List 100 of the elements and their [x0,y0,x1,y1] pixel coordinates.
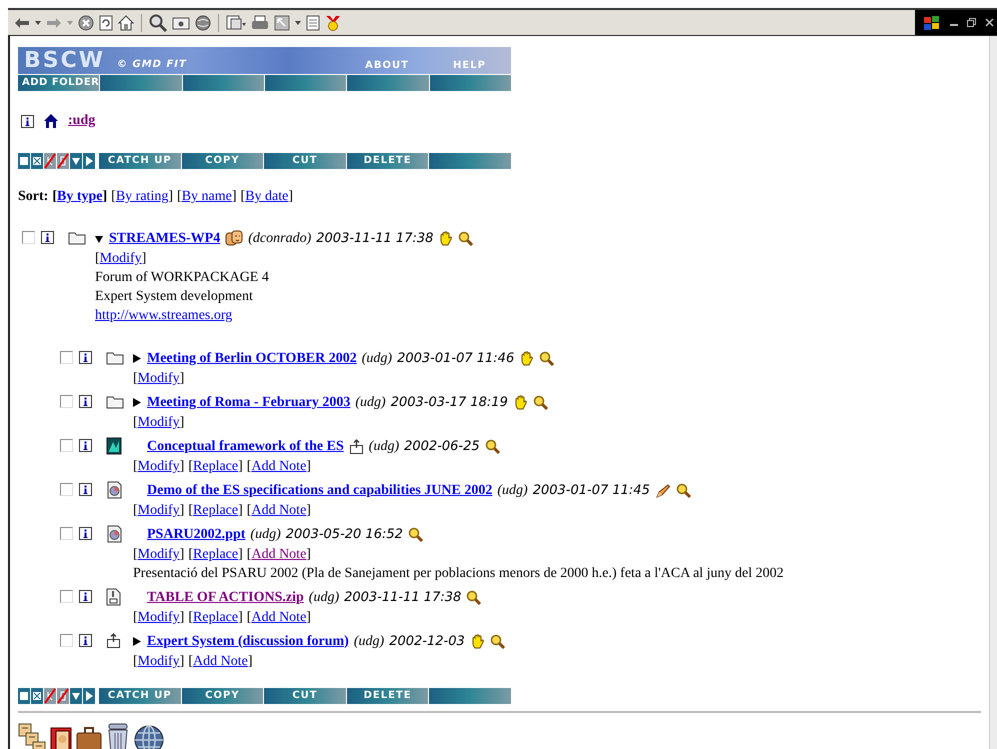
author-link[interactable]: (udg) [362,350,392,366]
page-icon[interactable] [306,14,320,30]
trash-icon[interactable] [106,723,130,749]
author-link[interactable]: (udg) [355,394,386,410]
action-link[interactable]: [Add Note] [246,545,311,564]
zip-file-icon[interactable] [106,588,121,606]
faces-icon[interactable] [225,230,244,248]
action-button[interactable]: COPY [182,688,264,704]
collapse-arrow-icon[interactable] [95,234,103,242]
action-button[interactable]: CUT [264,688,346,704]
action-link[interactable]: [Modify] [133,545,184,564]
sort-option-link[interactable]: [By rating] [111,189,174,205]
action-link[interactable]: [Replace] [188,608,243,627]
hand-icon[interactable] [470,634,485,650]
item-name-link[interactable]: Conceptual framework of the ES [147,438,344,454]
author-link[interactable]: (dconrado) [248,230,312,246]
home-icon[interactable] [43,113,59,129]
item-name-link[interactable]: Expert System (discussion forum) [147,634,349,650]
breadcrumb-link[interactable]: :udg [68,113,96,129]
restore-icon[interactable] [967,18,976,27]
presentation-file-icon[interactable] [106,480,123,498]
action-button[interactable]: CUT [264,153,346,169]
author-link[interactable]: (udg) [354,634,384,650]
url-link[interactable]: http://www.streames.org [95,306,474,325]
window-icon[interactable] [274,14,290,30]
globe-icon[interactable] [195,14,211,30]
action-link[interactable]: [Modify] [95,249,146,268]
print-icon[interactable] [251,14,269,30]
hand-icon[interactable] [519,350,534,366]
info-icon[interactable] [79,351,92,364]
deselect-icon[interactable] [31,153,43,169]
checkbox[interactable] [60,351,73,364]
magnifier-icon[interactable] [458,231,474,246]
expand-arrow-icon[interactable] [133,354,141,363]
home-icon[interactable] [118,14,134,30]
magnifier-icon[interactable] [490,634,505,649]
action-link[interactable]: [Add Note] [188,652,253,671]
action-link[interactable]: [Modify] [133,608,184,627]
checkbox[interactable] [60,483,73,496]
checkbox[interactable] [60,634,73,647]
action-link[interactable]: [Modify] [133,369,184,388]
info-icon[interactable] [21,114,34,128]
expand-arrow-icon[interactable] [133,637,141,646]
select-all-icon[interactable] [18,688,30,704]
scrollbar[interactable] [989,36,997,749]
action-link[interactable]: [Add Note] [246,501,311,520]
item-name-link[interactable]: Meeting of Berlin OCTOBER 2002 [147,350,357,366]
menu-button[interactable]: ADD FOLDER [18,75,100,91]
expand-arrow-icon[interactable] [133,398,141,407]
author-link[interactable]: (udg) [497,482,528,498]
crossed-out-icon[interactable] [57,688,69,704]
item-name-link[interactable]: TABLE OF ACTIONS.zip [147,590,304,606]
briefcase-icon[interactable] [76,725,102,749]
action-link[interactable]: [Replace] [188,545,243,564]
action-link[interactable]: [Replace] [188,501,243,520]
checkbox[interactable] [22,231,35,244]
action-link[interactable]: [Modify] [133,457,184,476]
author-link[interactable]: (udg) [308,590,340,606]
action-link[interactable]: [Modify] [133,413,184,432]
item-name-link[interactable]: Demo of the ES specifications and capabilities JUNE 2002 [147,482,492,498]
dropdown-arrow-icon[interactable] [35,20,41,24]
magnifier-icon[interactable] [484,439,500,454]
presentation-file-icon[interactable] [106,524,123,542]
globe-icon[interactable] [134,725,164,749]
author-link[interactable]: (udg) [368,438,400,454]
info-icon[interactable] [79,439,92,452]
action-link[interactable]: [Replace] [188,457,243,476]
sort-option-link[interactable]: [By name] [177,189,237,205]
address-book-icon[interactable] [50,725,72,749]
sort-option-link[interactable]: [By date] [240,189,294,205]
info-icon[interactable] [79,395,92,408]
info-icon[interactable] [79,590,92,603]
magnifier-icon[interactable] [532,395,548,410]
info-icon[interactable] [41,231,54,244]
item-name-link[interactable]: PSARU2002.ppt [147,526,246,542]
hand-icon[interactable] [512,394,528,410]
magnifier-icon[interactable] [676,483,691,498]
deselect-icon[interactable] [31,688,43,704]
item-name-link[interactable]: Meeting of Roma - February 2003 [147,394,350,410]
magnifier-icon[interactable] [408,527,423,542]
stop-icon[interactable] [78,14,94,30]
crossed-out-icon[interactable] [44,688,56,704]
magnifier-icon[interactable] [539,351,554,366]
checkbox[interactable] [60,395,73,408]
image-file-icon[interactable] [106,436,122,454]
action-link[interactable]: [Add Note] [246,608,311,627]
select-all-icon[interactable] [18,153,30,169]
dropdown-arrow-icon[interactable] [295,20,301,24]
pencil-icon[interactable] [654,482,671,498]
crossed-out-icon[interactable] [57,153,69,169]
action-link[interactable]: [Modify] [133,501,184,520]
author-link[interactable]: (udg) [250,526,281,542]
crossed-out-icon[interactable] [44,153,56,169]
action-button[interactable]: DELETE [346,153,428,169]
checkbox[interactable] [60,439,73,452]
item-name-link[interactable]: STREAMES-WP4 [109,230,220,246]
windows-logo-icon[interactable] [923,14,941,30]
close-icon[interactable] [985,18,994,27]
info-icon[interactable] [79,483,92,496]
refresh-icon[interactable] [99,14,113,30]
